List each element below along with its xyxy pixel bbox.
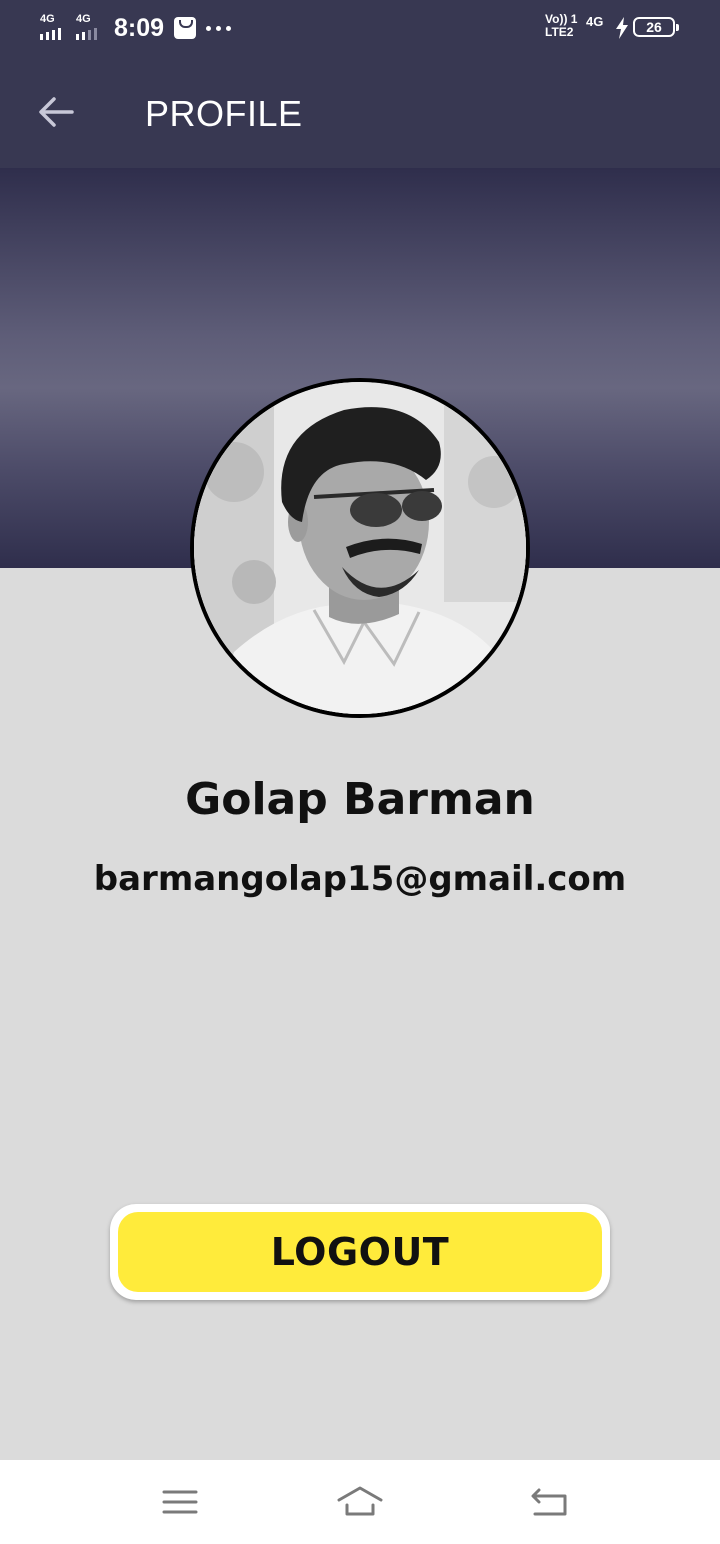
sim1-network: 4G	[40, 13, 55, 25]
app-bar: PROFILE	[0, 58, 720, 168]
battery-icon: 26	[633, 17, 679, 37]
avatar	[190, 378, 530, 718]
user-name: Golap Barman	[185, 774, 535, 825]
shopping-bag-icon	[174, 17, 196, 39]
logout-button-fill: LOGOUT	[118, 1212, 602, 1292]
user-email: barmangolap15@gmail.com	[93, 859, 627, 899]
clock: 8:09	[114, 14, 165, 42]
logout-label: LOGOUT	[270, 1230, 450, 1274]
home-button[interactable]	[335, 1480, 385, 1524]
profile-photo	[194, 382, 526, 714]
back-nav-button[interactable]	[525, 1480, 575, 1524]
back-icon	[531, 1488, 567, 1516]
system-nav-bar	[0, 1460, 720, 1544]
arrow-left-icon	[39, 97, 74, 127]
logout-button[interactable]: LOGOUT	[110, 1204, 610, 1300]
sim2-network: 4G	[76, 13, 91, 25]
more-icon	[206, 26, 232, 32]
network-type: 4G	[586, 14, 604, 29]
page-title: PROFILE	[145, 93, 303, 134]
charging-bolt-icon	[615, 17, 629, 39]
home-icon	[337, 1486, 383, 1516]
menu-icon	[162, 1490, 198, 1514]
battery-level: 26	[646, 19, 662, 35]
status-bar: 4G 4G 8:09 Vo)) 1 LTE2 4G 26	[0, 0, 720, 58]
volte-line-2: LTE2	[545, 25, 574, 39]
signal-icon: 4G	[40, 14, 72, 40]
signal-icon: 4G	[76, 14, 108, 40]
menu-button[interactable]	[155, 1480, 205, 1524]
volte-icon: Vo)) 1 LTE2	[545, 13, 583, 43]
back-button[interactable]	[32, 88, 80, 136]
